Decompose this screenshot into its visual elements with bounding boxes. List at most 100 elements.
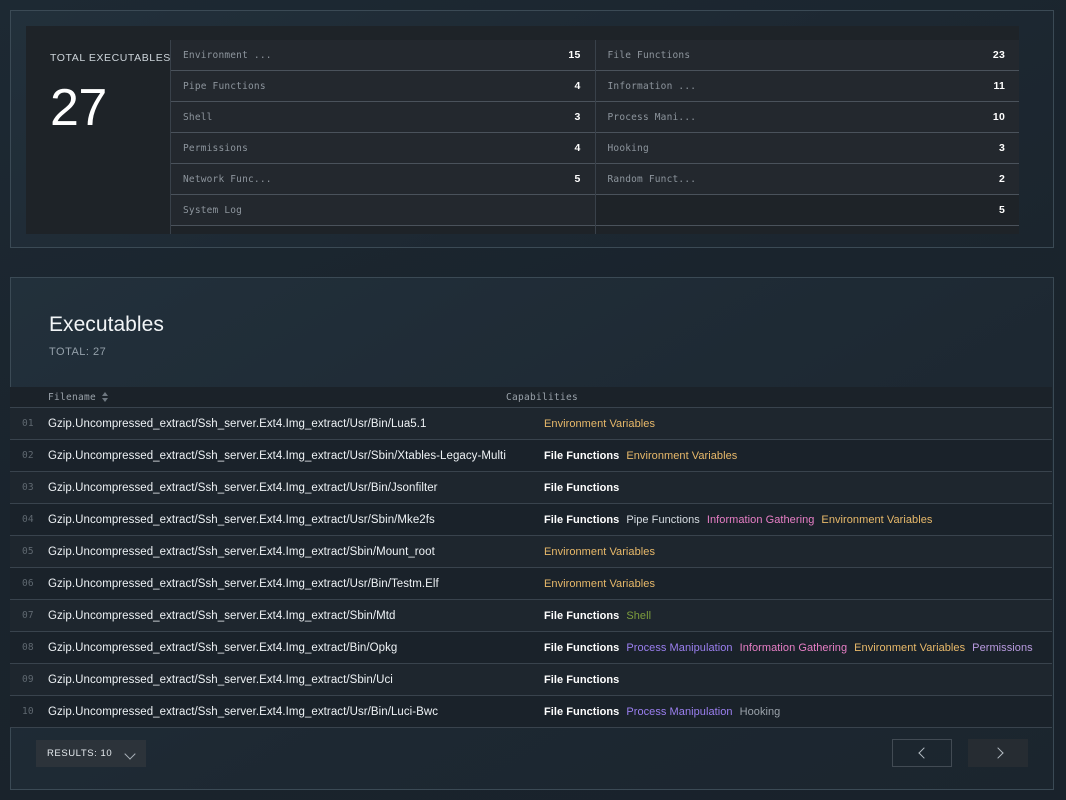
row-capabilities: File Functions <box>539 482 1052 494</box>
capability-tag: Environment Variables <box>544 545 656 558</box>
row-index: 02 <box>22 450 34 461</box>
table-body: 01 Gzip.Uncompressed_extract/Ssh_server.E… <box>10 408 1052 728</box>
capability-stat-name: Random Funct... <box>607 173 697 185</box>
capability-tag: Information Gathering <box>739 641 848 654</box>
capability-tag: File Functions <box>544 673 620 686</box>
capability-stat-row[interactable]: 5 <box>595 195 1019 226</box>
row-index: 10 <box>22 706 34 717</box>
previous-page-button[interactable] <box>892 739 952 767</box>
row-index: 08 <box>22 642 34 653</box>
results-per-page-label: RESULTS: 10 <box>47 747 113 759</box>
capability-stat-name: Pipe Functions <box>183 80 266 92</box>
capability-stat-row[interactable]: System Log <box>171 195 595 226</box>
capability-stats-column-left: Environment ... 15 Pipe Functions 4 Shell 3 Pe… <box>170 40 595 234</box>
capability-tag: File Functions <box>544 609 620 622</box>
table-row[interactable]: 03 Gzip.Uncompressed_extract/Ssh_server.E… <box>10 472 1052 504</box>
capability-stat-row[interactable]: Random Funct... 2 <box>595 164 1019 195</box>
row-capabilities: File Functions <box>539 674 1052 686</box>
row-capabilities: File Functions Process Manipulation Hookin… <box>539 706 1052 718</box>
capability-stat-row[interactable]: Network Func... 5 <box>171 164 595 195</box>
capability-tag: Process Manipulation <box>626 705 733 718</box>
column-header-filename-label: Filename <box>48 391 97 403</box>
table-footer: RESULTS: 10 <box>11 717 1053 789</box>
table-row[interactable]: 04 Gzip.Uncompressed_extract/Ssh_server.E… <box>10 504 1052 536</box>
row-filename: Gzip.Uncompressed_extract/Ssh_server.Ext… <box>48 673 393 686</box>
capability-stat-count: 11 <box>993 80 1005 92</box>
row-filename: Gzip.Uncompressed_extract/Ssh_server.Ext… <box>48 641 398 654</box>
executables-total: TOTAL: 27 <box>49 346 107 358</box>
capability-tag: Environment Variables <box>821 513 933 526</box>
total-executables-value: 27 <box>50 79 107 137</box>
capability-stat-count: 2 <box>998 173 1005 185</box>
capability-stat-row[interactable]: Hooking 3 <box>595 133 1019 164</box>
capability-stats: Environment ... 15 Pipe Functions 4 Shell 3 Pe… <box>170 26 1019 234</box>
chevron-down-icon <box>126 748 137 759</box>
row-index: 01 <box>22 418 34 429</box>
capability-stat-row[interactable]: File Functions 23 <box>595 40 1019 71</box>
row-capabilities: Environment Variables <box>539 546 1052 558</box>
page-title: Executables <box>49 313 164 336</box>
capability-stat-row[interactable]: Information ... 11 <box>595 71 1019 102</box>
table-row[interactable]: 02 Gzip.Uncompressed_extract/Ssh_server.E… <box>10 440 1052 472</box>
capability-tag: Process Manipulation <box>626 641 733 654</box>
capability-stat-count: 3 <box>998 142 1005 154</box>
app-root: TOTAL EXECUTABLES 27 Environment ... 15 Pi… <box>0 0 1066 800</box>
capability-stat-name: System Log <box>183 204 243 216</box>
capability-stat-count: 23 <box>992 49 1005 61</box>
row-index: 05 <box>22 546 34 557</box>
row-index: 07 <box>22 610 34 621</box>
table-row[interactable]: 07 Gzip.Uncompressed_extract/Ssh_server.E… <box>10 600 1052 632</box>
column-header-filename[interactable]: Filename <box>10 392 501 403</box>
summary-panel: TOTAL EXECUTABLES 27 Environment ... 15 Pi… <box>10 10 1054 248</box>
table-row[interactable]: 09 Gzip.Uncompressed_extract/Ssh_server.E… <box>10 664 1052 696</box>
capability-stat-row[interactable]: Process Mani... 10 <box>595 102 1019 133</box>
row-capabilities: File Functions Process Manipulation Inform… <box>539 642 1052 654</box>
capability-stat-count: 5 <box>574 173 581 185</box>
column-header-capabilities: Capabilities <box>501 392 578 403</box>
capability-stat-row[interactable]: Pipe Functions 4 <box>171 71 595 102</box>
capability-stat-name: Shell <box>183 111 213 123</box>
capability-stat-row[interactable]: Shell 3 <box>171 102 595 133</box>
row-filename: Gzip.Uncompressed_extract/Ssh_server.Ext… <box>48 705 439 718</box>
executables-panel: Executables TOTAL: 27 Filename Capabilit… <box>10 277 1054 790</box>
summary-inner: TOTAL EXECUTABLES 27 Environment ... 15 Pi… <box>26 26 1019 234</box>
row-filename: Gzip.Uncompressed_extract/Ssh_server.Ext… <box>48 449 506 462</box>
row-filename: Gzip.Uncompressed_extract/Ssh_server.Ext… <box>48 577 439 590</box>
sort-toggle-icon[interactable] <box>102 392 109 402</box>
capability-stats-column-right: File Functions 23 Information ... 11 Process… <box>594 40 1019 234</box>
results-per-page-select[interactable]: RESULTS: 10 <box>36 739 146 767</box>
capability-stat-count: 4 <box>574 142 581 154</box>
chevron-left-icon <box>918 749 927 758</box>
row-index: 04 <box>22 514 34 525</box>
next-page-button[interactable] <box>968 739 1028 767</box>
row-filename: Gzip.Uncompressed_extract/Ssh_server.Ext… <box>48 481 438 494</box>
total-executables-block: TOTAL EXECUTABLES 27 <box>26 26 170 234</box>
table-row[interactable]: 06 Gzip.Uncompressed_extract/Ssh_server.E… <box>10 568 1052 600</box>
capability-stat-row[interactable]: Environment ... 15 <box>171 40 595 71</box>
column-header-capabilities-label: Capabilities <box>506 391 579 403</box>
table-row[interactable]: 08 Gzip.Uncompressed_extract/Ssh_server.E… <box>10 632 1052 664</box>
capability-tag: File Functions <box>544 449 620 462</box>
capability-tag: Environment Variables <box>544 577 656 590</box>
capability-stat-count: 10 <box>992 111 1005 123</box>
table-row[interactable]: 01 Gzip.Uncompressed_extract/Ssh_server.E… <box>10 408 1052 440</box>
capability-tag: Pipe Functions <box>626 513 700 526</box>
capability-stat-count: 5 <box>998 204 1005 216</box>
row-index: 06 <box>22 578 34 589</box>
row-index: 03 <box>22 482 34 493</box>
chevron-right-icon <box>994 749 1003 758</box>
capability-stat-name: Hooking <box>607 142 649 154</box>
capability-stat-row[interactable]: Permissions 4 <box>171 133 595 164</box>
table-header-row: Filename Capabilities <box>10 387 1052 408</box>
table-row[interactable]: 05 Gzip.Uncompressed_extract/Ssh_server.E… <box>10 536 1052 568</box>
capability-tag: File Functions <box>544 513 620 526</box>
row-filename: Gzip.Uncompressed_extract/Ssh_server.Ext… <box>48 513 435 526</box>
row-capabilities: File Functions Pipe Functions Information … <box>539 514 1052 526</box>
row-capabilities: Environment Variables <box>539 578 1052 590</box>
row-capabilities: File Functions Shell <box>539 610 1052 622</box>
capability-stat-name: Network Func... <box>183 173 272 185</box>
capability-tag: Environment Variables <box>544 417 656 430</box>
capability-stat-count: 15 <box>568 49 581 61</box>
executables-header: Executables TOTAL: 27 <box>11 278 1053 358</box>
capability-stat-name: Process Mani... <box>607 111 697 123</box>
